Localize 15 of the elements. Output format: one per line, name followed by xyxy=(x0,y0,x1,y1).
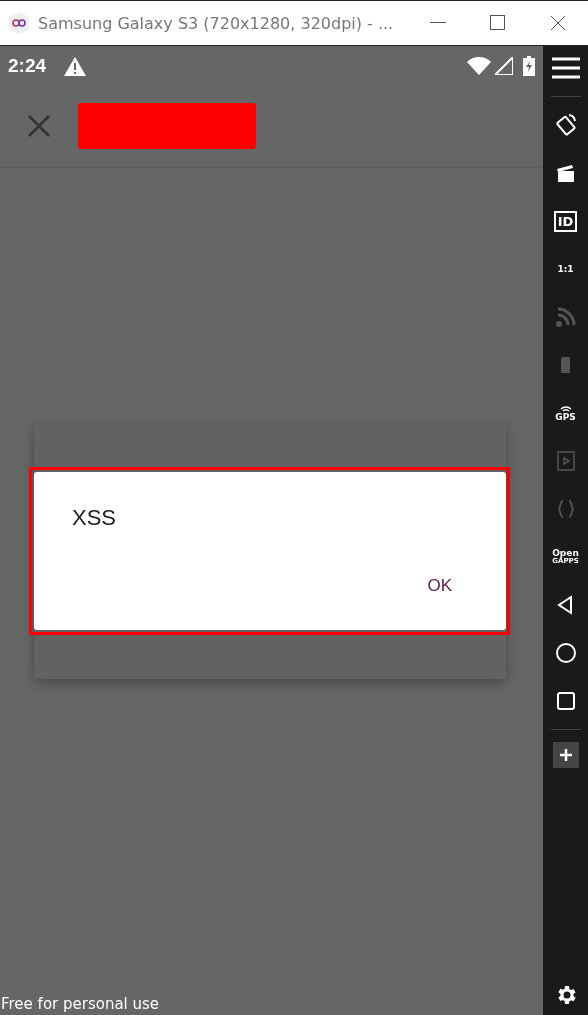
add-button[interactable] xyxy=(552,742,579,768)
minimize-icon xyxy=(430,22,446,24)
plus-icon xyxy=(558,748,573,762)
alert-message: XSS xyxy=(72,505,117,531)
license-notice: Free for personal use xyxy=(1,995,160,1013)
status-time: 2:24 xyxy=(8,55,47,77)
battery-icon xyxy=(523,56,535,76)
close-icon xyxy=(550,15,566,31)
warning-icon xyxy=(64,56,87,76)
ok-button[interactable]: OK xyxy=(427,576,452,596)
app-logo-icon xyxy=(8,11,30,35)
maximize-icon xyxy=(490,15,506,31)
wifi-icon xyxy=(467,57,491,75)
window-title: Samsung Galaxy S3 (720x1280, 320dpi) - ... xyxy=(38,13,395,33)
signal-icon xyxy=(495,57,513,75)
